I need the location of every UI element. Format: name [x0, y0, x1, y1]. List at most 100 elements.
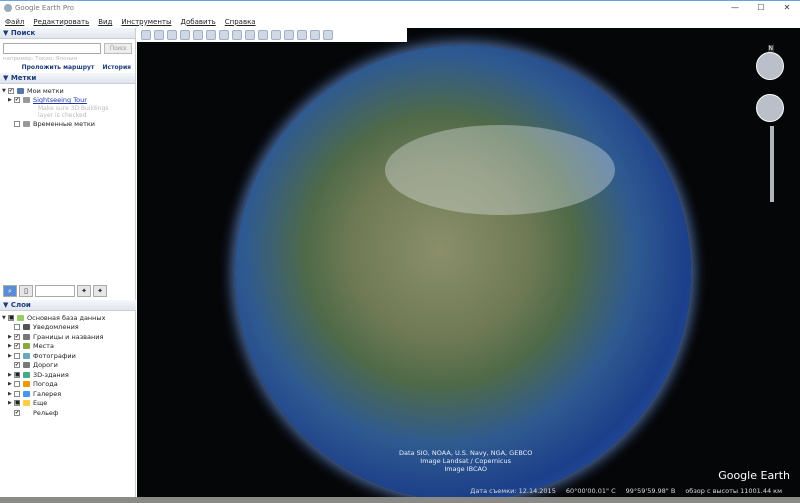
layer-icon — [23, 343, 30, 349]
maximize-button[interactable]: ☐ — [748, 1, 774, 15]
checkbox[interactable] — [14, 391, 20, 397]
layer-item[interactable]: ✔ Дороги — [2, 361, 134, 371]
save-image-icon[interactable] — [297, 30, 307, 40]
zoom-slider[interactable] — [770, 126, 774, 202]
layer-label: Фотографии — [33, 352, 76, 360]
historical-imagery-icon[interactable] — [219, 30, 229, 40]
history-link[interactable]: История — [102, 64, 131, 71]
eye-altitude: обзор с высоты 11001.44 км — [685, 487, 782, 495]
sunlight-icon[interactable] — [232, 30, 242, 40]
ruler-icon[interactable] — [258, 30, 268, 40]
checkbox[interactable] — [14, 353, 20, 359]
checkbox[interactable]: ✔ — [14, 334, 20, 340]
layers-toolbar: ⌕ ▯ ✦ ✦ — [0, 283, 136, 298]
status-bar: Дата съемки: 12.14.2015 60°00'00.01" С 9… — [137, 485, 800, 497]
move-up-icon[interactable]: ✦ — [77, 285, 91, 297]
google-earth-logo: Google Earth — [718, 469, 790, 482]
move-down-icon[interactable]: ✦ — [93, 285, 107, 297]
menu-edit[interactable]: Редактировать — [33, 18, 89, 26]
checkbox[interactable] — [14, 381, 20, 387]
look-control[interactable] — [756, 52, 784, 80]
imagery-date: Дата съемки: 12.14.2015 — [470, 487, 556, 495]
menu-help[interactable]: Справка — [225, 18, 256, 26]
app-icon — [4, 4, 12, 12]
layer-item[interactable]: Уведомления — [2, 323, 134, 333]
checkbox[interactable]: ✔ — [8, 88, 14, 94]
polygon-icon[interactable] — [167, 30, 177, 40]
layer-label: 3D-здания — [33, 371, 69, 379]
sightseeing-tour[interactable]: Sightseeing Tour — [33, 96, 87, 104]
path-icon[interactable] — [180, 30, 190, 40]
layer-item[interactable]: ✔ Рельеф — [2, 408, 134, 418]
north-indicator[interactable]: N — [768, 45, 775, 52]
move-control[interactable] — [756, 94, 784, 122]
checkbox[interactable]: ✔ — [14, 97, 20, 103]
search-header[interactable]: ▼ Поиск — [0, 28, 135, 39]
layers-filter-input[interactable] — [35, 285, 75, 297]
layer-item[interactable]: ▼■Основная база данных — [2, 313, 134, 323]
tour-icon[interactable] — [206, 30, 216, 40]
checkbox[interactable]: ■ — [8, 315, 14, 321]
layer-icon — [23, 381, 30, 387]
checkbox[interactable]: ✔ — [14, 343, 20, 349]
checkbox[interactable]: ✔ — [14, 362, 20, 368]
places-header[interactable]: ▼ Метки — [0, 73, 135, 84]
panel-icon[interactable]: ▯ — [19, 285, 33, 297]
search-input[interactable] — [3, 43, 101, 54]
layer-label: Рельеф — [33, 409, 58, 417]
layer-label: Погода — [33, 380, 58, 388]
sidebar-toggle-icon[interactable] — [141, 30, 151, 40]
planets-icon[interactable] — [245, 30, 255, 40]
latitude: 60°00'00.01" С — [566, 487, 616, 495]
credits: Data SIO, NOAA, U.S. Navy, NGA, GEBCOIma… — [399, 449, 532, 473]
folder-icon — [23, 97, 30, 103]
tour-note: Make sure 3D Buildings — [2, 105, 133, 112]
checkbox[interactable] — [14, 324, 20, 330]
layer-item[interactable]: ▶Галерея — [2, 389, 134, 399]
title-bar: Google Earth Pro — ☐ ✕ — [0, 0, 800, 14]
directions-link[interactable]: Проложить маршрут — [22, 64, 95, 71]
layer-label: Галерея — [33, 390, 61, 398]
placemark-icon[interactable] — [154, 30, 164, 40]
layer-icon — [23, 362, 30, 368]
checkbox[interactable]: ■ — [14, 372, 20, 378]
longitude: 99°59'59.98" В — [626, 487, 676, 495]
checkbox[interactable]: ✔ — [14, 410, 20, 416]
checkbox[interactable] — [14, 121, 20, 127]
earth-icon[interactable] — [323, 30, 333, 40]
layer-label: Уведомления — [33, 323, 79, 331]
layer-icon — [23, 391, 30, 397]
layer-item[interactable]: ▶✔Границы и названия — [2, 332, 134, 342]
layer-label: Места — [33, 342, 54, 350]
layers-header[interactable]: ▼ Слои — [0, 300, 136, 311]
window-title: Google Earth Pro — [15, 4, 74, 12]
map-view[interactable]: N Data SIO, NOAA, U.S. Navy, NGA, GEBCOI… — [137, 28, 800, 497]
layer-item[interactable]: ▶Фотографии — [2, 351, 134, 361]
menu-view[interactable]: Вид — [98, 18, 112, 26]
maps-icon[interactable] — [310, 30, 320, 40]
email-icon[interactable] — [271, 30, 281, 40]
layer-item[interactable]: ▶■3D-здания — [2, 370, 134, 380]
menu-add[interactable]: Добавить — [181, 18, 216, 26]
layer-item[interactable]: ▶Погода — [2, 380, 134, 390]
layer-label: Еще — [33, 399, 47, 407]
temporary-places[interactable]: Временные метки — [33, 120, 95, 128]
layer-label: Дороги — [33, 361, 58, 369]
overlay-icon[interactable] — [193, 30, 203, 40]
search-button[interactable]: Поиск — [104, 43, 132, 54]
menu-file[interactable]: Файл — [5, 18, 24, 26]
my-places[interactable]: Мои метки — [27, 87, 64, 95]
minimize-button[interactable]: — — [722, 1, 748, 15]
checkbox[interactable]: ■ — [14, 400, 20, 406]
print-icon[interactable] — [284, 30, 294, 40]
layer-label: Основная база данных — [27, 314, 105, 322]
layer-item[interactable]: ▶■Еще — [2, 399, 134, 409]
search-icon[interactable]: ⌕ — [3, 285, 17, 297]
menu-tools[interactable]: Инструменты — [121, 18, 171, 26]
close-button[interactable]: ✕ — [774, 1, 800, 15]
folder-icon — [23, 121, 30, 127]
globe[interactable] — [235, 45, 691, 497]
main-toolbar — [137, 28, 407, 42]
layer-item[interactable]: ▶✔Места — [2, 342, 134, 352]
layer-icon — [23, 324, 30, 330]
